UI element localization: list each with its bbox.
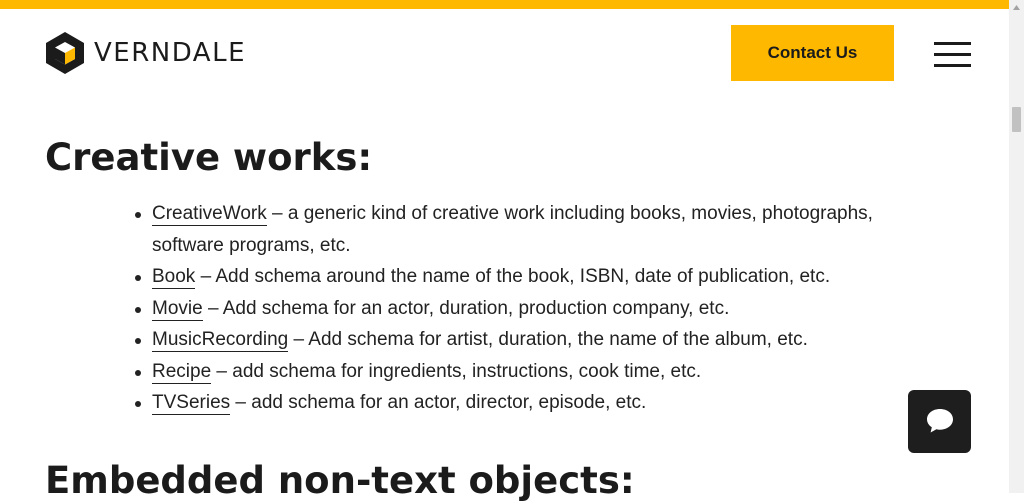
list-item-text: – add schema for ingredients, instructio…	[211, 360, 702, 382]
list-item: Book – Add schema around the name of the…	[135, 261, 942, 293]
menu-line	[934, 64, 971, 67]
menu-line	[934, 53, 971, 56]
main-content: Creative works: CreativeWork – a generic…	[0, 94, 1009, 502]
hamburger-menu-icon[interactable]	[934, 42, 971, 68]
list-item-text: – add schema for an actor, director, epi…	[230, 392, 647, 413]
list-item-text: – Add schema for artist, duration, the n…	[288, 329, 808, 350]
contact-us-button[interactable]: Contact Us	[731, 25, 894, 81]
link-tvseries[interactable]: TVSeries	[152, 392, 231, 415]
top-accent-bar	[0, 0, 1009, 9]
scrollbar-thumb[interactable]	[1012, 107, 1021, 132]
list-item-text: – Add schema around the name of the book…	[195, 266, 831, 287]
creative-works-list: CreativeWork – a generic kind of creativ…	[135, 198, 942, 419]
chat-widget-button[interactable]	[908, 390, 971, 453]
link-recipe[interactable]: Recipe	[152, 360, 212, 384]
link-movie[interactable]: Movie	[152, 297, 203, 321]
list-item: CreativeWork – a generic kind of creativ…	[135, 198, 942, 261]
section-title: Creative works:	[45, 136, 373, 179]
list-item: Recipe – add schema for ingredients, ins…	[135, 356, 942, 388]
list-item: TVSeries – add schema for an actor, dire…	[135, 387, 942, 419]
link-musicrecording[interactable]: MusicRecording	[152, 329, 289, 352]
list-item-text: – Add schema for an actor, duration, pro…	[202, 297, 730, 319]
logo[interactable]: VERNDALE	[44, 31, 246, 75]
site-header: VERNDALE Contact Us	[0, 9, 1009, 94]
verndale-logo-icon	[46, 32, 84, 74]
logo-text: VERNDALE	[94, 38, 246, 68]
list-item: MusicRecording – Add schema for artist, …	[135, 324, 942, 356]
chat-bubble-icon	[927, 409, 953, 433]
scroll-up-arrow-icon[interactable]	[1009, 0, 1024, 15]
link-creativework[interactable]: CreativeWork	[152, 203, 267, 226]
page-scrollbar[interactable]	[1009, 0, 1024, 493]
list-item: Movie – Add schema for an actor, duratio…	[135, 293, 942, 325]
menu-line	[934, 42, 971, 45]
next-section-title: Embedded non-text objects:	[45, 459, 635, 502]
link-book[interactable]: Book	[152, 266, 196, 289]
